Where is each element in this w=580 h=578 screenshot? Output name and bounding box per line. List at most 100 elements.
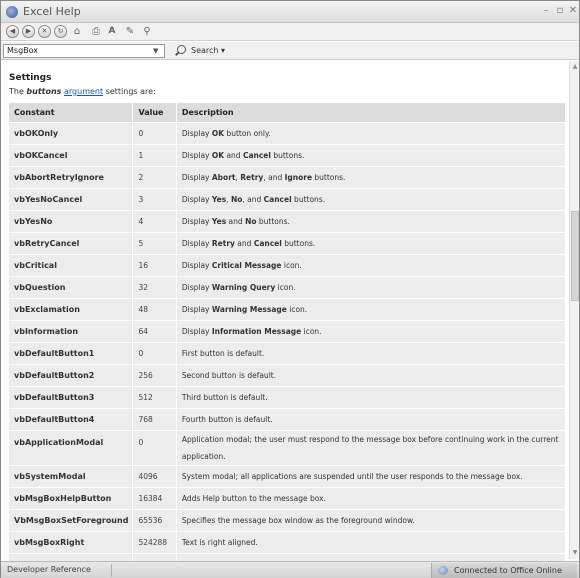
constant-cell: vbMsgBoxHelpButton <box>9 488 134 510</box>
description-cell: Display Warning Message icon. <box>176 299 566 321</box>
keyword-buttons: buttons <box>26 87 62 96</box>
help-window: Excel Help – ▫ ✕ ◀ ▶ ✕ ↻ ⌂ ⎙ A ✎ ⚲ MsgBo… <box>0 0 580 578</box>
value-cell: 16 <box>133 255 177 277</box>
description-cell: Application modal; the user must respond… <box>176 431 566 466</box>
title-bar: Excel Help – ▫ ✕ <box>1 1 579 23</box>
description-cell: Display Information Message icon. <box>176 321 566 343</box>
search-bar: MsgBox ▼ Search ▾ <box>1 42 579 60</box>
description-cell: Display OK button only. <box>176 123 566 145</box>
table-row: vbSystemModal 4096 System modal; all appli… <box>9 466 566 488</box>
search-input[interactable]: MsgBox <box>3 44 165 58</box>
table-row: vbMsgBoxRight 524288 Text is right aligned… <box>9 532 566 554</box>
help-content: Settings The buttons argument settings a… <box>9 65 574 561</box>
scroll-down-icon[interactable]: ▼ <box>571 549 579 557</box>
stop-icon[interactable]: ✕ <box>38 25 51 38</box>
description-cell: Display Warning Query icon. <box>176 277 566 299</box>
value-cell: 0 <box>133 123 177 145</box>
table-row: vbOKCancel 1 Display OK and Cancel buttons… <box>9 145 566 167</box>
minimize-icon[interactable]: – <box>539 4 553 18</box>
constant-cell: vbOKCancel <box>9 145 134 167</box>
table-row: vbCritical 16 Display Critical Message ico… <box>9 255 566 277</box>
table-row: vbQuestion 32 Display Warning Query icon. <box>9 277 566 299</box>
table-row: vbDefaultButton4 768 Fourth button is defa… <box>9 409 566 431</box>
value-cell: 1048576 <box>133 554 177 561</box>
scroll-up-icon[interactable]: ▲ <box>571 63 579 71</box>
description-cell: Display Retry and Cancel buttons. <box>176 233 566 255</box>
description-cell: Second button is default. <box>176 365 566 387</box>
text-size-icon[interactable]: A <box>105 25 119 38</box>
value-cell: 1 <box>133 145 177 167</box>
constant-cell: vbDefaultButton4 <box>9 409 134 431</box>
value-cell: 48 <box>133 299 177 321</box>
column-header-constant: Constant <box>9 103 134 123</box>
pin-icon[interactable]: ✎ <box>123 25 137 38</box>
table-row: vbApplicationModal 0 Application modal; th… <box>9 431 566 466</box>
description-cell: Display Yes, No, and Cancel buttons. <box>176 189 566 211</box>
table-row: vbMsgBoxRtlReading1048576Specifies text … <box>9 554 566 561</box>
search-dropdown-icon[interactable]: ▼ <box>153 44 158 58</box>
constant-cell: vbMsgBoxRtlReading <box>9 554 134 561</box>
constant-cell: vbMsgBoxRight <box>9 532 134 554</box>
forward-icon[interactable]: ▶ <box>22 25 35 38</box>
vertical-scrollbar[interactable]: ▲ ▼ <box>569 61 579 559</box>
description-cell: Third button is default. <box>176 387 566 409</box>
argument-link[interactable]: argument <box>64 87 103 96</box>
back-icon[interactable]: ◀ <box>6 25 19 38</box>
connection-status[interactable]: Connected to Office Online <box>431 563 577 578</box>
value-cell: 4096 <box>133 466 177 488</box>
table-row: vbAbortRetryIgnore 2 Display Abort, Retry,… <box>9 167 566 189</box>
description-cell: Display OK and Cancel buttons. <box>176 145 566 167</box>
description-cell: Fourth button is default. <box>176 409 566 431</box>
intro-text: The buttons argument settings are: <box>9 87 156 96</box>
description-cell: Display Abort, Retry, and Ignore buttons… <box>176 167 566 189</box>
table-row: vbYesNoCancel 3 Display Yes, No, and Cance… <box>9 189 566 211</box>
description-cell: Text is right aligned. <box>176 532 566 554</box>
value-cell: 64 <box>133 321 177 343</box>
value-cell: 0 <box>133 431 177 466</box>
constant-cell: VbMsgBoxSetForeground <box>9 510 134 532</box>
table-row: vbOKOnly 0 Display OK button only. <box>9 123 566 145</box>
connection-icon <box>438 566 448 575</box>
value-cell: 768 <box>133 409 177 431</box>
column-header-value: Value <box>133 103 177 123</box>
value-cell: 0 <box>133 343 177 365</box>
section-heading: Settings <box>9 73 52 83</box>
keep-on-top-icon[interactable]: ⚲ <box>140 25 154 38</box>
search-icon[interactable] <box>177 45 186 54</box>
constant-cell: vbAbortRetryIgnore <box>9 167 134 189</box>
constant-cell: vbExclamation <box>9 299 134 321</box>
description-cell: Display Yes and No buttons. <box>176 211 566 233</box>
home-icon[interactable]: ⌂ <box>70 25 84 38</box>
constant-cell: vbCritical <box>9 255 134 277</box>
column-header-description: Description <box>176 103 566 123</box>
constant-cell: vbInformation <box>9 321 134 343</box>
status-separator <box>111 564 112 577</box>
refresh-icon[interactable]: ↻ <box>54 25 67 38</box>
table-row: vbDefaultButton3 512 Third button is defau… <box>9 387 566 409</box>
window-title: Excel Help <box>23 5 81 18</box>
toolbar: ◀ ▶ ✕ ↻ ⌂ ⎙ A ✎ ⚲ <box>1 23 579 41</box>
constant-cell: vbYesNo <box>9 211 134 233</box>
settings-table: Constant Value Description vbOKOnly 0 Disp… <box>9 103 566 561</box>
close-icon[interactable]: ✕ <box>566 4 580 18</box>
value-cell: 32 <box>133 277 177 299</box>
table-row: vbRetryCancel 5 Display Retry and Cancel b… <box>9 233 566 255</box>
search-button[interactable]: Search ▾ <box>191 44 225 58</box>
print-icon[interactable]: ⎙ <box>89 25 103 38</box>
value-cell: 524288 <box>133 532 177 554</box>
value-cell: 4 <box>133 211 177 233</box>
table-row: vbDefaultButton1 0 First button is default… <box>9 343 566 365</box>
table-row: vbYesNo 4 Display Yes and No buttons. <box>9 211 566 233</box>
scroll-thumb[interactable] <box>571 211 579 301</box>
value-cell: 5 <box>133 233 177 255</box>
maximize-icon[interactable]: ▫ <box>553 4 567 18</box>
value-cell: 2 <box>133 167 177 189</box>
table-row: vbInformation 64 Display Information Messa… <box>9 321 566 343</box>
table-row: vbMsgBoxHelpButton 16384 Adds Help button … <box>9 488 566 510</box>
value-cell: 512 <box>133 387 177 409</box>
table-row: vbDefaultButton2 256 Second button is defa… <box>9 365 566 387</box>
status-developer-reference[interactable]: Developer Reference <box>7 565 91 574</box>
description-cell: First button is default. <box>176 343 566 365</box>
description-cell: Specifies the message box window as the … <box>176 510 566 532</box>
description-cell: Specifies text should appear as right-to… <box>176 554 566 561</box>
